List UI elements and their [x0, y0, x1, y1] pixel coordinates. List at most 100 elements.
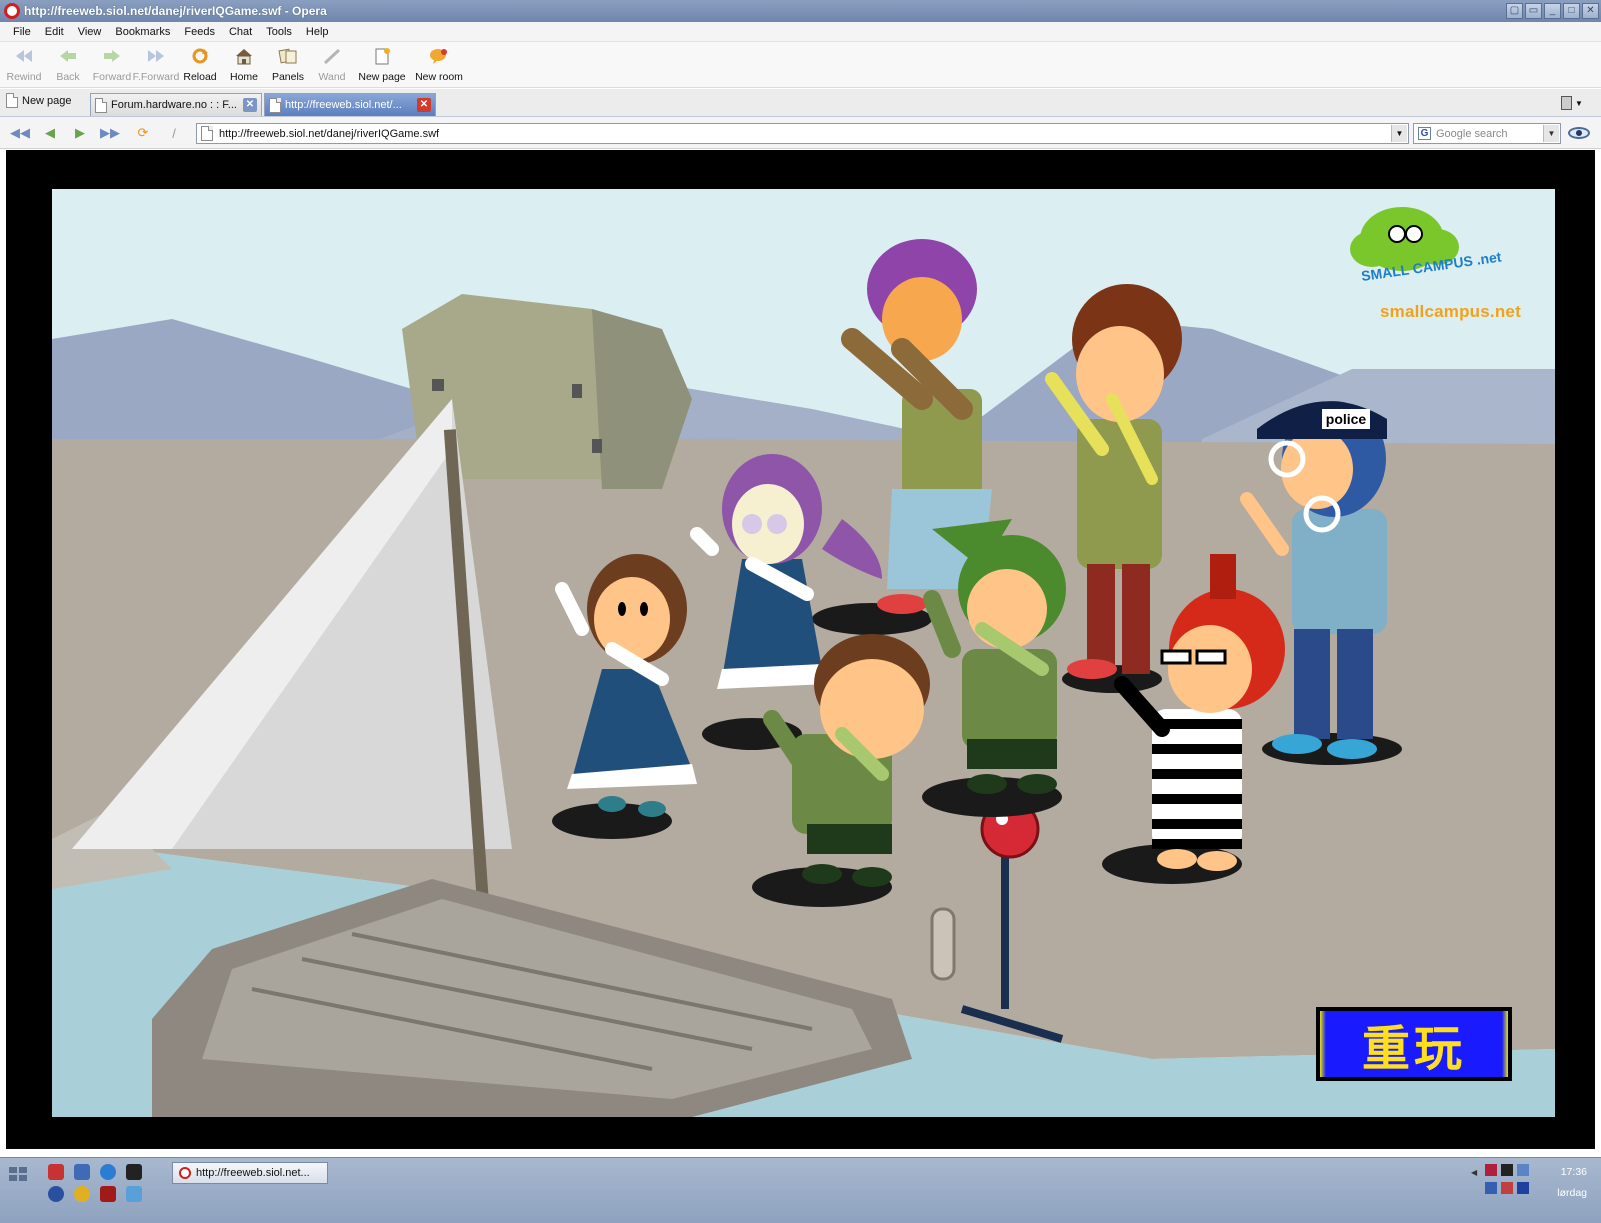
system-tray: ◀ 17:36 lørdag — [1451, 1158, 1601, 1223]
trash-icon — [1561, 96, 1572, 110]
windows-start-icon[interactable] — [8, 1166, 28, 1182]
game-scene: police SMALL CAMPUS .net — [52, 189, 1555, 1117]
replay-button[interactable]: 重玩 — [1316, 1007, 1512, 1081]
new-page-label: New page — [358, 71, 406, 83]
new-page-tab-button[interactable]: New page — [6, 93, 72, 108]
menu-feeds[interactable]: Feeds — [177, 26, 222, 38]
network-quicklaunch-icon[interactable] — [126, 1186, 142, 1202]
tray-security-icon[interactable] — [1501, 1182, 1513, 1194]
url-field[interactable]: http://freeweb.siol.net/danej/riverIQGam… — [196, 123, 1409, 144]
menu-file[interactable]: File — [6, 26, 38, 38]
wand-icon — [321, 45, 343, 67]
rewind-small-icon[interactable]: ◀◀ — [10, 124, 30, 142]
opera-logo-icon — [4, 3, 20, 19]
menu-bar: File Edit View Bookmarks Feeds Chat Tool… — [0, 22, 1601, 42]
menu-view[interactable]: View — [71, 26, 109, 38]
forward-button[interactable]: Forward — [90, 42, 134, 87]
panels-icon — [277, 45, 299, 67]
page-icon — [269, 97, 281, 113]
eye-icon[interactable] — [1568, 127, 1590, 139]
taskbar-opera-window[interactable]: http://freeweb.siol.net... — [172, 1162, 328, 1184]
police-cap-label: police — [1326, 411, 1367, 427]
page-icon — [201, 126, 213, 141]
menu-tools[interactable]: Tools — [259, 26, 299, 38]
steam-quicklaunch-icon[interactable] — [126, 1164, 142, 1180]
new-room-button[interactable]: New room — [410, 42, 468, 87]
back-button[interactable]: Back — [46, 42, 90, 87]
chevron-down-icon: ▼ — [1575, 98, 1583, 108]
home-button[interactable]: Home — [222, 42, 266, 87]
fast-forward-small-icon[interactable]: ▶▶ — [100, 124, 120, 142]
search-field[interactable]: G Google search ▼ — [1413, 123, 1561, 144]
search-placeholder: Google search — [1436, 127, 1508, 140]
page-icon — [95, 97, 107, 113]
tray-app-icon[interactable] — [1485, 1164, 1497, 1176]
opera-quicklaunch-icon[interactable] — [48, 1164, 64, 1180]
menu-chat[interactable]: Chat — [222, 26, 259, 38]
clock-time[interactable]: 17:36 — [1561, 1166, 1587, 1178]
close-tab-icon[interactable]: ✕ — [243, 98, 257, 112]
close-button[interactable]: ✕ — [1582, 3, 1599, 19]
game-quicklaunch-icon[interactable] — [74, 1186, 90, 1202]
restore-alt-button[interactable]: ▢ — [1506, 3, 1523, 19]
new-page-tab-label: New page — [22, 94, 72, 107]
page-content: police SMALL CAMPUS .net smallcampus.net… — [6, 150, 1595, 1149]
minimize-alt-button[interactable]: ▭ — [1525, 3, 1542, 19]
fast-forward-button[interactable]: F.Forward — [132, 42, 180, 87]
tray-expand-icon[interactable]: ◀ — [1471, 1168, 1483, 1180]
minimize-button[interactable]: _ — [1544, 3, 1561, 19]
tray-bluetooth-icon[interactable] — [1517, 1182, 1529, 1194]
back-label: Back — [56, 71, 80, 83]
back-small-icon[interactable]: ◀ — [40, 124, 60, 142]
url-text: http://freeweb.siol.net/danej/riverIQGam… — [219, 127, 440, 140]
new-page-button[interactable]: New page — [354, 42, 410, 87]
home-icon — [233, 45, 255, 67]
taskbar-window-title: http://freeweb.siol.net... — [196, 1167, 310, 1179]
explorer-quicklaunch-icon[interactable] — [74, 1164, 90, 1180]
menu-help[interactable]: Help — [299, 26, 336, 38]
menu-edit[interactable]: Edit — [38, 26, 71, 38]
reload-small-icon[interactable]: ⟳ — [133, 124, 153, 142]
rewind-button[interactable]: Rewind — [2, 42, 46, 87]
page-icon — [6, 93, 18, 108]
tray-network-icon[interactable] — [1517, 1164, 1529, 1176]
panels-button[interactable]: Panels — [266, 42, 310, 87]
tab-title: Forum.hardware.no : : F... — [111, 99, 237, 111]
fast-forward-label: F.Forward — [132, 71, 180, 83]
menu-bookmarks[interactable]: Bookmarks — [108, 26, 177, 38]
wand-button[interactable]: Wand — [310, 42, 354, 87]
window-controls: ▢ ▭ _ □ ✕ — [1506, 3, 1599, 19]
maximize-button[interactable]: □ — [1563, 3, 1580, 19]
wand-label: Wand — [318, 71, 346, 83]
back-icon — [57, 45, 79, 67]
tab-forum-hardware[interactable]: Forum.hardware.no : : F... ✕ — [90, 93, 262, 116]
clock-day: lørdag — [1557, 1187, 1587, 1199]
window-title: http://freeweb.siol.net/danej/riverIQGam… — [24, 4, 327, 18]
tab-title: http://freeweb.siol.net/... — [285, 99, 402, 111]
main-toolbar: Rewind Back Forward F.Forward Reload Hom… — [0, 42, 1601, 88]
reload-label: Reload — [183, 71, 217, 83]
tray-steam-icon[interactable] — [1501, 1164, 1513, 1176]
reload-button[interactable]: Reload — [178, 42, 222, 87]
tray-display-icon[interactable] — [1485, 1182, 1497, 1194]
new-room-label: New room — [415, 71, 463, 83]
app-quicklaunch-icon[interactable] — [100, 1186, 116, 1202]
forward-small-icon[interactable]: ▶ — [70, 124, 90, 142]
logo-caption: smallcampus.net — [1380, 302, 1521, 321]
address-bar: ◀◀ ◀ ▶ ▶▶ ⟳ / http://freeweb.siol.net/da… — [0, 117, 1601, 149]
ie-quicklaunch-icon[interactable] — [100, 1164, 116, 1180]
tab-bar: New page Forum.hardware.no : : F... ✕ ht… — [0, 89, 1601, 117]
flash-game[interactable]: police SMALL CAMPUS .net smallcampus.net… — [52, 189, 1555, 1117]
replay-button-label: 重玩 — [1320, 1011, 1508, 1077]
tab-riveriqgame[interactable]: http://freeweb.siol.net/... ✕ — [264, 93, 436, 116]
search-dropdown-icon[interactable]: ▼ — [1543, 125, 1559, 142]
url-dropdown-icon[interactable]: ▼ — [1391, 125, 1407, 142]
trash-button[interactable]: ▼ — [1561, 95, 1589, 111]
media-player-quicklaunch-icon[interactable] — [48, 1186, 64, 1202]
wand-small-icon[interactable]: / — [164, 124, 184, 142]
close-tab-icon[interactable]: ✕ — [417, 98, 431, 112]
reload-icon — [189, 45, 211, 67]
google-icon: G — [1418, 127, 1431, 140]
new-page-icon — [371, 45, 393, 67]
rewind-icon — [13, 45, 35, 67]
